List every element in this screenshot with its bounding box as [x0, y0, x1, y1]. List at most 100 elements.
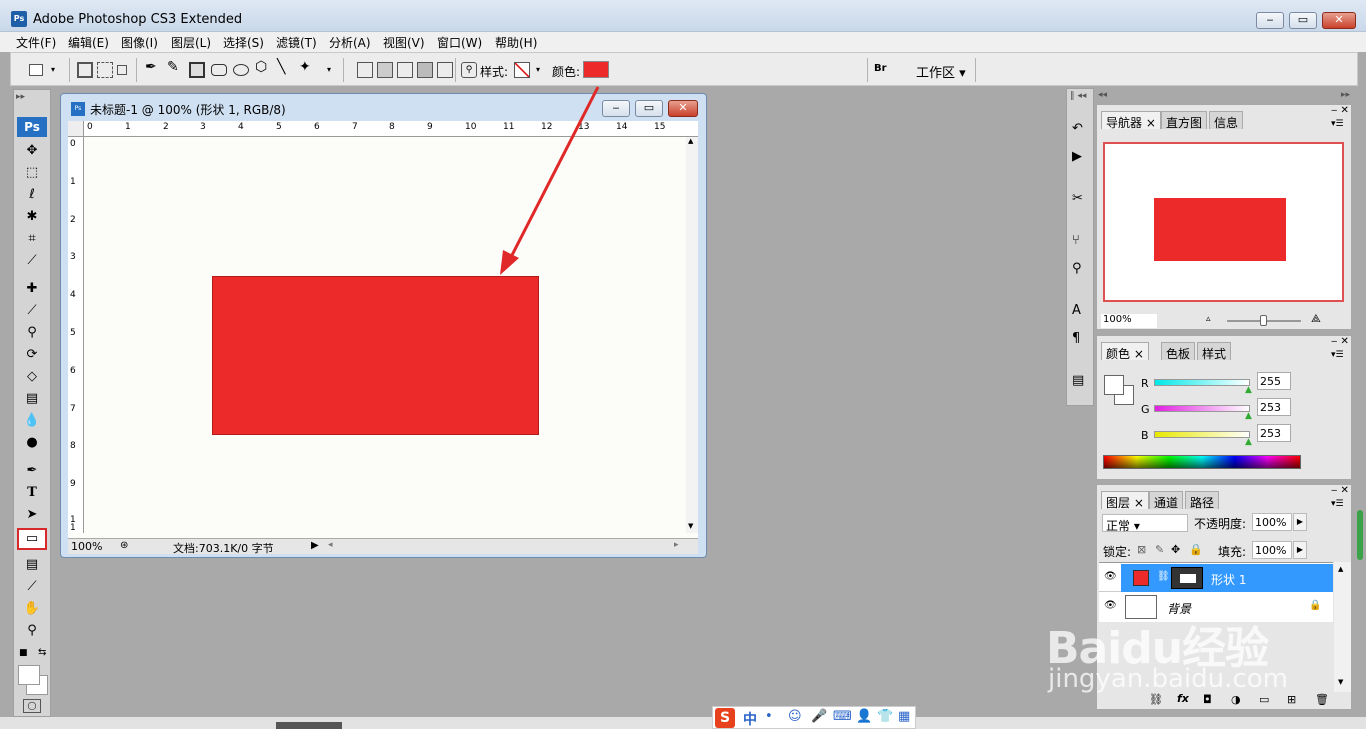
- slider-handle-icon[interactable]: ▲: [1245, 385, 1252, 395]
- sogou-logo-icon[interactable]: S: [715, 708, 735, 728]
- shape-layers-icon[interactable]: [77, 62, 93, 78]
- menu-file[interactable]: 文件(F): [16, 34, 56, 51]
- toolbox-icon[interactable]: ▦: [898, 709, 910, 724]
- menu-window[interactable]: 窗口(W): [437, 34, 482, 51]
- tab-paths[interactable]: 路径: [1185, 491, 1220, 510]
- strip-grip-icon[interactable]: ‖ ◂◂: [1070, 91, 1086, 101]
- user-icon[interactable]: 👤: [856, 709, 872, 724]
- adjustment-layer-icon[interactable]: ◑: [1231, 693, 1241, 706]
- emoji-icon[interactable]: ☺: [788, 709, 802, 724]
- path-selection-tool-icon[interactable]: ➤: [21, 506, 43, 524]
- tab-info[interactable]: 信息: [1209, 111, 1244, 130]
- intersect-shape-icon[interactable]: [417, 62, 433, 78]
- layer-fill-thumbnail[interactable]: [1133, 570, 1149, 586]
- zoom-out-icon[interactable]: ▵: [1206, 314, 1211, 324]
- move-tool-icon[interactable]: ✥: [21, 142, 43, 160]
- slider-handle-icon[interactable]: ▲: [1245, 437, 1252, 447]
- zoom-tool-icon[interactable]: ⚲: [21, 622, 43, 640]
- color-swatch[interactable]: [583, 61, 609, 78]
- eye-visibility-icon[interactable]: 👁: [1104, 571, 1117, 582]
- notes-tool-icon[interactable]: ▤: [21, 556, 43, 574]
- zoom-slider-handle[interactable]: [1260, 315, 1267, 326]
- healing-brush-tool-icon[interactable]: ✚: [21, 280, 43, 298]
- workspace-menu[interactable]: 工作区 ▾: [916, 62, 966, 81]
- tab-histogram[interactable]: 直方图: [1161, 111, 1208, 130]
- rectangle-shape-icon[interactable]: [189, 62, 205, 78]
- skin-icon[interactable]: 👕: [877, 709, 893, 724]
- history-brush-tool-icon[interactable]: ⟳: [21, 346, 43, 364]
- close-button[interactable]: ✕: [1322, 12, 1356, 29]
- marquee-tool-icon[interactable]: ⬚: [21, 164, 43, 182]
- panel-menu-icon[interactable]: ▾☰: [1331, 119, 1344, 129]
- status-info-icon[interactable]: ⊛: [120, 540, 128, 551]
- menu-layer[interactable]: 图层(L): [171, 34, 211, 51]
- scroll-down-icon[interactable]: ▼: [688, 522, 693, 530]
- ellipse-icon[interactable]: [233, 64, 249, 76]
- scroll-down-icon[interactable]: ▼: [1338, 678, 1343, 686]
- panel-collapse-icon[interactable]: ▸▸: [16, 92, 25, 102]
- scroll-up-icon[interactable]: ▲: [688, 137, 693, 145]
- freeform-pen-icon[interactable]: ✎: [167, 59, 183, 75]
- rounded-rect-icon[interactable]: [211, 64, 227, 76]
- ruler-origin[interactable]: [68, 121, 84, 137]
- fill-input[interactable]: 100%: [1252, 541, 1292, 559]
- voice-icon[interactable]: 🎤: [811, 709, 827, 724]
- paragraph-panel-icon[interactable]: ¶: [1072, 331, 1090, 349]
- type-tool-icon[interactable]: T: [21, 484, 43, 502]
- minimize-button[interactable]: ‒: [1256, 12, 1284, 29]
- fg-color-swatch[interactable]: [1104, 375, 1124, 395]
- panel-minimize-icon[interactable]: ‒ ✕: [1331, 105, 1349, 116]
- pen-tool-icon[interactable]: ✒: [145, 59, 161, 75]
- brush-tool-icon[interactable]: ⟋: [21, 302, 43, 320]
- clone-stamp-tool-icon[interactable]: ⚲: [21, 324, 43, 342]
- hand-tool-icon[interactable]: ✋: [21, 600, 43, 618]
- subtract-shape-icon[interactable]: [397, 62, 413, 78]
- eye-visibility-icon[interactable]: 👁: [1104, 600, 1117, 611]
- tool-preset-icon[interactable]: [29, 64, 43, 76]
- add-mask-icon[interactable]: ◘: [1203, 693, 1212, 706]
- bridge-icon[interactable]: Br: [874, 63, 896, 79]
- lock-transparency-icon[interactable]: ⊠: [1137, 543, 1146, 556]
- fill-pixels-icon[interactable]: [117, 65, 127, 75]
- menu-view[interactable]: 视图(V): [383, 34, 425, 51]
- lock-position-icon[interactable]: ✥: [1171, 543, 1180, 556]
- doc-maximize-button[interactable]: ▭: [635, 100, 663, 117]
- blue-slider[interactable]: [1154, 431, 1250, 438]
- layers-scrollbar[interactable]: ▲ ▼: [1334, 562, 1351, 692]
- menu-analysis[interactable]: 分析(A): [329, 34, 371, 51]
- tab-swatches[interactable]: 色板: [1161, 342, 1196, 361]
- menu-image[interactable]: 图像(I): [121, 34, 158, 51]
- red-rectangle-shape[interactable]: [212, 276, 539, 435]
- taskbar-thumb[interactable]: [276, 722, 342, 729]
- line-icon[interactable]: ╲: [277, 59, 293, 75]
- scroll-left-icon[interactable]: ◂: [328, 540, 333, 550]
- eyedropper-tool-icon[interactable]: ⟋: [21, 578, 43, 596]
- side-scroll-indicator[interactable]: [1357, 510, 1363, 560]
- tab-styles[interactable]: 样式: [1197, 342, 1232, 361]
- style-picker-icon[interactable]: [514, 62, 530, 78]
- style-dropdown-icon[interactable]: ▾: [536, 65, 552, 81]
- new-group-icon[interactable]: ▭: [1259, 693, 1269, 706]
- panels-expand-icon[interactable]: ▸▸: [1341, 90, 1350, 100]
- panels-collapse-icon[interactable]: ◂◂: [1098, 90, 1107, 100]
- magic-wand-tool-icon[interactable]: ✱: [21, 208, 43, 226]
- menu-filter[interactable]: 滤镜(T): [276, 34, 317, 51]
- new-layer-icon[interactable]: ⊞: [1287, 693, 1296, 706]
- polygon-icon[interactable]: ⬡: [255, 59, 271, 75]
- slider-handle-icon[interactable]: ▲: [1245, 411, 1252, 421]
- lock-pixels-icon[interactable]: ✎: [1155, 543, 1164, 556]
- custom-shape-icon[interactable]: ✦: [299, 59, 315, 75]
- tab-navigator[interactable]: 导航器 ×: [1101, 111, 1161, 130]
- brushes-panel-icon[interactable]: ⑂: [1072, 233, 1090, 251]
- keyboard-icon[interactable]: ⌨: [833, 709, 852, 724]
- vector-mask-thumbnail[interactable]: [1171, 567, 1203, 589]
- history-panel-icon[interactable]: ↶: [1072, 121, 1090, 139]
- swap-colors-icon[interactable]: ⇆: [38, 647, 46, 658]
- red-slider[interactable]: [1154, 379, 1250, 386]
- zoom-slider[interactable]: [1227, 315, 1301, 326]
- add-to-shape-icon[interactable]: [377, 62, 393, 78]
- color-spectrum-bar[interactable]: [1103, 455, 1301, 469]
- shape-dropdown-icon[interactable]: ▾: [327, 65, 343, 81]
- delete-layer-icon[interactable]: 🗑: [1315, 693, 1329, 706]
- layer-row-shape[interactable]: 👁 ⛓ 形状 1: [1099, 564, 1333, 592]
